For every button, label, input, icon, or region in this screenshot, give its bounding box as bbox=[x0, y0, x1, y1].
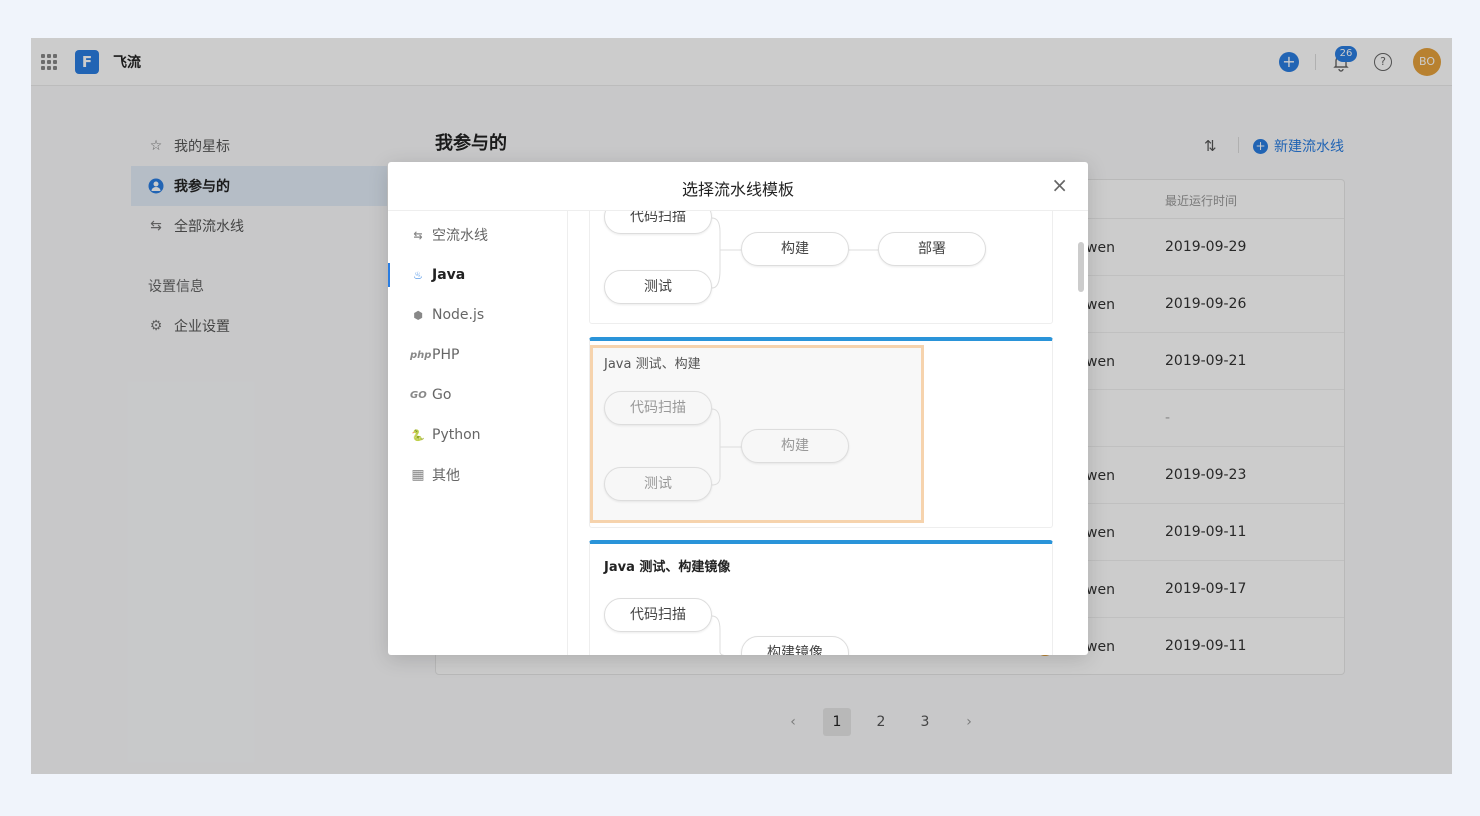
switch-icon: ⇆ bbox=[413, 228, 423, 242]
template-list: 代码扫描 测试 构建 部署 Java 测试、构建 代码扫描 测试 构建 Java… bbox=[569, 211, 1088, 655]
php-icon: php bbox=[410, 349, 432, 361]
stage-node: 测试 bbox=[604, 270, 712, 304]
stage-node: 代码扫描 bbox=[604, 211, 712, 234]
stage-node: 代码扫描 bbox=[604, 391, 712, 425]
dialog-header: 选择流水线模板 × bbox=[388, 162, 1088, 211]
category-php[interactable]: php PHP bbox=[388, 335, 567, 375]
close-icon[interactable]: × bbox=[1051, 174, 1068, 196]
stage-node: 代码扫描 bbox=[604, 598, 712, 632]
category-label: Java bbox=[432, 267, 466, 283]
category-label: Node.js bbox=[432, 307, 485, 323]
grid-icon: ▦ bbox=[411, 467, 425, 483]
scrollbar[interactable] bbox=[1078, 242, 1084, 292]
java-icon: ♨ bbox=[413, 268, 423, 282]
python-icon: 🐍 bbox=[411, 428, 425, 442]
category-label: Go bbox=[432, 387, 452, 403]
category-label: 空流水线 bbox=[432, 228, 488, 244]
stage-node: 部署 bbox=[878, 232, 986, 266]
category-label: 其他 bbox=[432, 468, 460, 484]
category-python[interactable]: 🐍 Python bbox=[388, 415, 567, 455]
stage-node: 构建 bbox=[741, 429, 849, 463]
category-java[interactable]: ♨ Java bbox=[388, 255, 567, 295]
nodejs-icon: ⬢ bbox=[413, 308, 423, 322]
stage-node: 构建镜像 bbox=[741, 636, 849, 655]
template-dialog: 选择流水线模板 × ⇆ 空流水线 ♨ Java ⬢ Node.js php PHP GO… bbox=[388, 162, 1088, 655]
category-label: PHP bbox=[432, 347, 460, 363]
dialog-title: 选择流水线模板 bbox=[681, 180, 794, 199]
template-card[interactable]: Java 测试、构建镜像 代码扫描 构建镜像 bbox=[589, 540, 1053, 655]
category-label: Python bbox=[432, 427, 481, 443]
category-nodejs[interactable]: ⬢ Node.js bbox=[388, 295, 567, 335]
template-card-selected[interactable]: Java 测试、构建 代码扫描 测试 构建 bbox=[589, 337, 1053, 528]
category-empty-pipeline[interactable]: ⇆ 空流水线 bbox=[388, 215, 567, 255]
template-card[interactable]: 代码扫描 测试 构建 部署 bbox=[589, 211, 1053, 324]
stage-node: 构建 bbox=[741, 232, 849, 266]
category-other[interactable]: ▦ 其他 bbox=[388, 455, 567, 495]
template-category-list: ⇆ 空流水线 ♨ Java ⬢ Node.js php PHP GO Go 🐍 Python… bbox=[388, 211, 568, 655]
go-icon: GO bbox=[410, 389, 427, 401]
category-go[interactable]: GO Go bbox=[388, 375, 567, 415]
stage-node: 测试 bbox=[604, 467, 712, 501]
